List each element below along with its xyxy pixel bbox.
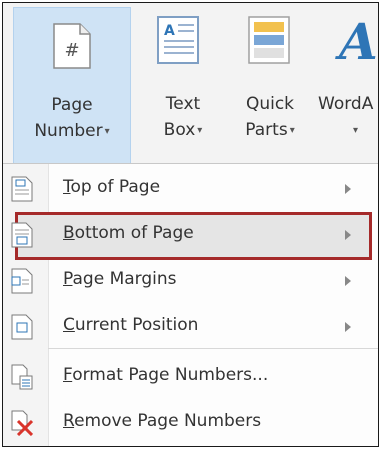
menu-item-label: Remove Page Numbers: [63, 411, 262, 431]
menu-item-remove-page-numbers[interactable]: Remove Page Numbers: [3, 400, 378, 446]
wordart-label: WordA: [318, 94, 374, 114]
page-number-dropdown-menu: Top of Page Bottom of Page Page Margins: [3, 163, 378, 446]
wordart-caret: ▾: [351, 120, 358, 140]
svg-text:#: #: [64, 40, 79, 61]
quick-parts-icon: [248, 16, 290, 64]
quick-parts-label-line2: Parts ▾: [245, 120, 295, 140]
submenu-arrow-icon: [345, 276, 351, 286]
menu-item-page-margins[interactable]: Page Margins: [3, 258, 378, 304]
screenshot-frame: # Page Number ▾ A Text Box ▾ Quick Parts…: [2, 2, 379, 447]
submenu-arrow-icon: [345, 184, 351, 194]
menu-item-current-position[interactable]: Current Position: [3, 304, 378, 350]
menu-item-label: Top of Page: [63, 177, 161, 197]
menu-item-bottom-of-page[interactable]: Bottom of Page: [3, 212, 378, 258]
dropdown-caret-icon: ▾: [289, 124, 295, 136]
page-number-label-line2: Number ▾: [34, 121, 110, 141]
svg-text:A: A: [335, 13, 378, 67]
submenu-arrow-icon: [345, 322, 351, 332]
svg-text:A: A: [164, 23, 175, 39]
dropdown-caret-icon: ▾: [197, 124, 203, 136]
page-number-icon: #: [53, 23, 91, 69]
bottom-of-page-icon: [11, 222, 33, 248]
page-margins-icon: [11, 268, 33, 294]
quick-parts-label-line1: Quick: [245, 94, 295, 114]
page-number-label-line1: Page: [51, 95, 93, 115]
menu-item-format-page-numbers[interactable]: Format Page Numbers...: [3, 354, 378, 400]
dropdown-caret-icon: ▾: [353, 124, 359, 136]
current-position-icon: [11, 314, 33, 340]
wordart-icon: A: [335, 13, 378, 67]
format-page-numbers-icon: [11, 364, 33, 390]
text-box-label-line2: Box ▾: [163, 120, 203, 140]
menu-item-top-of-page[interactable]: Top of Page: [3, 166, 378, 212]
menu-item-label: Page Margins: [63, 269, 177, 289]
submenu-arrow-icon: [345, 230, 351, 240]
menu-item-label: Bottom of Page: [63, 223, 194, 243]
top-of-page-icon: [11, 176, 33, 202]
text-box-label-line1: Text: [165, 94, 201, 114]
remove-page-numbers-icon: [11, 410, 33, 436]
menu-item-label: Current Position: [63, 315, 199, 335]
dropdown-caret-icon: ▾: [104, 125, 110, 137]
text-box-icon: A: [157, 16, 199, 64]
menu-item-label: Format Page Numbers...: [63, 365, 269, 385]
